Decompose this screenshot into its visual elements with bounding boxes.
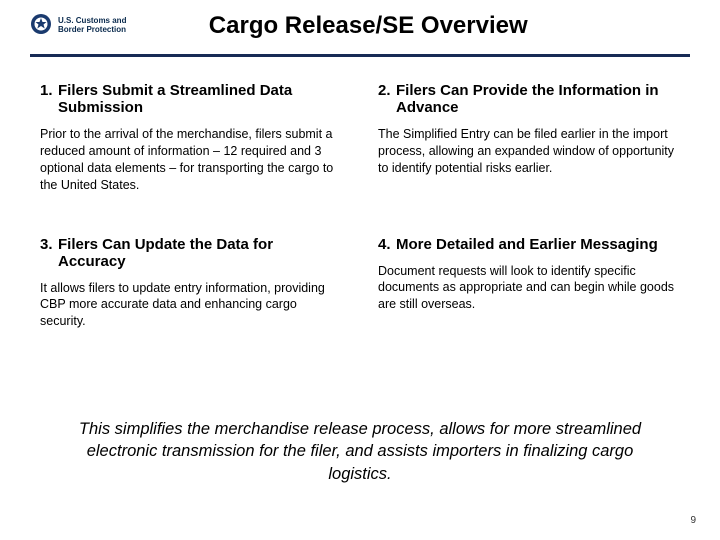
content-grid: 1. Filers Submit a Streamlined Data Subm… xyxy=(40,82,680,330)
agency-line2: Border Protection xyxy=(58,26,126,35)
item-number: 1. xyxy=(40,82,58,99)
cbp-seal-icon xyxy=(30,13,52,40)
item-heading: 3. Filers Can Update the Data for Accura… xyxy=(40,236,342,270)
item-number: 3. xyxy=(40,236,58,253)
item-title: More Detailed and Earlier Messaging xyxy=(396,236,680,253)
header: U.S. Customs and Border Protection Cargo… xyxy=(30,12,690,40)
item-title: Filers Can Update the Data for Accuracy xyxy=(58,236,342,270)
item-number: 4. xyxy=(378,236,396,253)
item-title: Filers Submit a Streamlined Data Submiss… xyxy=(58,82,342,116)
item-body: It allows filers to update entry informa… xyxy=(40,280,342,331)
item-3: 3. Filers Can Update the Data for Accura… xyxy=(40,236,342,331)
agency-name: U.S. Customs and Border Protection xyxy=(58,17,126,35)
item-1: 1. Filers Submit a Streamlined Data Subm… xyxy=(40,82,342,194)
page-number: 9 xyxy=(690,515,696,526)
slide: U.S. Customs and Border Protection Cargo… xyxy=(0,0,720,540)
item-heading: 4. More Detailed and Earlier Messaging xyxy=(378,236,680,253)
item-body: Document requests will look to identify … xyxy=(378,263,680,314)
item-2: 2. Filers Can Provide the Information in… xyxy=(378,82,680,194)
item-heading: 1. Filers Submit a Streamlined Data Subm… xyxy=(40,82,342,116)
page-title: Cargo Release/SE Overview xyxy=(126,12,690,40)
item-body: Prior to the arrival of the merchandise,… xyxy=(40,126,342,194)
agency-logo: U.S. Customs and Border Protection xyxy=(30,13,126,40)
summary-text: This simplifies the merchandise release … xyxy=(60,418,660,485)
item-4: 4. More Detailed and Earlier Messaging D… xyxy=(378,236,680,331)
item-heading: 2. Filers Can Provide the Information in… xyxy=(378,82,680,116)
header-rule xyxy=(30,54,690,57)
item-title: Filers Can Provide the Information in Ad… xyxy=(396,82,680,116)
item-body: The Simplified Entry can be filed earlie… xyxy=(378,126,680,177)
item-number: 2. xyxy=(378,82,396,99)
